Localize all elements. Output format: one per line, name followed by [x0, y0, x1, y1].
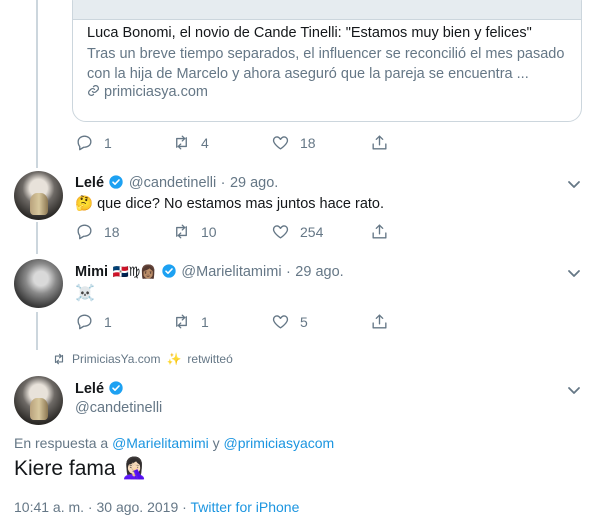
avatar-mask: [30, 398, 48, 420]
main-tweet-text: Kiere fama 🤦🏻‍♀️: [14, 457, 148, 481]
like-count: 5: [300, 313, 308, 330]
reply-user-link[interactable]: @Marielitamimi: [112, 435, 209, 451]
like-button[interactable]: 254: [271, 222, 323, 241]
heart-icon: [272, 136, 289, 150]
avatar[interactable]: [14, 376, 63, 425]
thinking-emoji: 🤔: [75, 196, 94, 212]
retweet-context: PrimiciasYa.com ✨ retwitteó: [52, 352, 233, 366]
card-domain-text: primiciasya.com: [104, 84, 208, 100]
reply-prefix: En respuesta a: [14, 435, 109, 451]
separator-dot: ·: [286, 264, 291, 280]
verified-badge-icon: [109, 175, 124, 189]
reply2-header: Mimi 🇩🇴♍👩🏽 @Marielitamimi · 29 ago.: [75, 263, 344, 281]
display-name[interactable]: Lelé: [75, 175, 104, 191]
reply-and: y: [212, 435, 220, 451]
display-name[interactable]: Lelé: [75, 381, 104, 397]
reply-count: 1: [104, 134, 112, 151]
share-button[interactable]: [370, 312, 389, 331]
name-emoji: 🇩🇴♍👩🏽: [112, 264, 157, 279]
user-handle[interactable]: @candetinelli: [75, 400, 162, 416]
tweet-meta: 10:41 a. m. · 30 ago. 2019 · Twitter for…: [14, 499, 299, 515]
main-text: Kiere fama: [14, 457, 116, 480]
thread-line-top: [36, 0, 38, 168]
tweet-source[interactable]: Twitter for iPhone: [190, 499, 299, 515]
avatar[interactable]: [14, 171, 63, 220]
like-count: 18: [300, 134, 316, 151]
card-image: [73, 0, 581, 20]
in-reply-to: En respuesta a @Marielitamimi y @primici…: [14, 435, 334, 451]
thread-line-2: [36, 312, 38, 350]
retweet-count: 1: [201, 313, 209, 330]
like-button[interactable]: 18: [271, 133, 316, 152]
retweet-label: retwitteó: [187, 352, 233, 366]
tweet-date[interactable]: 29 ago.: [230, 175, 278, 191]
retweet-button[interactable]: 10: [172, 222, 217, 241]
retweet-button[interactable]: 1: [172, 312, 209, 331]
card-description: Tras un breve tiempo separados, el influ…: [87, 46, 565, 82]
retweet-icon: [176, 224, 187, 239]
tweet-text: 🤔 que dice? No estamos mas juntos hace r…: [75, 195, 384, 212]
retweet-count: 4: [201, 134, 209, 151]
caret-down-icon[interactable]: [567, 177, 581, 188]
tweet-date[interactable]: 29 ago.: [295, 264, 343, 280]
link-icon: [88, 85, 99, 96]
tweet-text-content: que dice? No estamos mas juntos hace rat…: [97, 196, 385, 212]
share-button[interactable]: [370, 133, 389, 152]
separator-dot: ·: [220, 175, 226, 191]
reply-icon: [77, 224, 92, 240]
retweet-icon: [176, 135, 187, 150]
reply1-header: Lelé @candetinelli · 29 ago.: [75, 174, 278, 192]
share-icon: [372, 135, 387, 150]
like-button[interactable]: 5: [271, 312, 308, 331]
reply-icon: [77, 135, 92, 151]
retweet-icon: [176, 314, 187, 329]
verified-badge-icon: [109, 381, 124, 395]
card-domain: primiciasya.com: [87, 84, 208, 100]
heart-icon: [272, 315, 289, 329]
tweet-timestamp[interactable]: 10:41 a. m. · 30 ago. 2019: [14, 499, 178, 515]
reply-button[interactable]: 18: [75, 222, 120, 241]
user-handle[interactable]: @Marielitamimi: [181, 264, 281, 280]
display-name[interactable]: Mimi: [75, 264, 108, 280]
separator-dot: ·: [182, 499, 187, 515]
card-title: Luca Bonomi, el novio de Cande Tinelli: …: [87, 25, 532, 41]
reply-button[interactable]: 1: [75, 312, 112, 331]
reply-count: 1: [104, 313, 112, 330]
link-preview-card[interactable]: Luca Bonomi, el novio de Cande Tinelli: …: [72, 0, 582, 122]
avatar[interactable]: [14, 259, 63, 308]
reply-icon: [77, 314, 92, 330]
like-count: 254: [300, 223, 324, 240]
thread-line-1: [36, 222, 38, 254]
user-handle[interactable]: @candetinelli: [129, 175, 216, 191]
retweet-count: 10: [201, 223, 217, 240]
share-icon: [372, 314, 387, 329]
main-author: Lelé: [75, 380, 124, 398]
heart-icon: [272, 225, 289, 239]
share-button[interactable]: [370, 222, 389, 241]
verified-badge-icon: [162, 264, 176, 278]
sparkles-emoji: ✨: [166, 352, 182, 366]
retweet-button[interactable]: 4: [172, 133, 209, 152]
reply-count: 18: [104, 223, 120, 240]
tweet-text: ☠️: [75, 285, 95, 302]
share-icon: [372, 224, 387, 239]
retweeter-name[interactable]: PrimiciasYa.com: [72, 352, 160, 366]
reply-button[interactable]: 1: [75, 133, 112, 152]
caret-down-icon[interactable]: [567, 383, 581, 394]
caret-down-icon[interactable]: [567, 266, 581, 277]
retweet-icon: [54, 353, 64, 365]
avatar-mask: [30, 193, 48, 215]
facepalm-emoji: 🤦🏻‍♀️: [121, 457, 148, 480]
reply-user-link[interactable]: @primiciasyacom: [224, 435, 335, 451]
